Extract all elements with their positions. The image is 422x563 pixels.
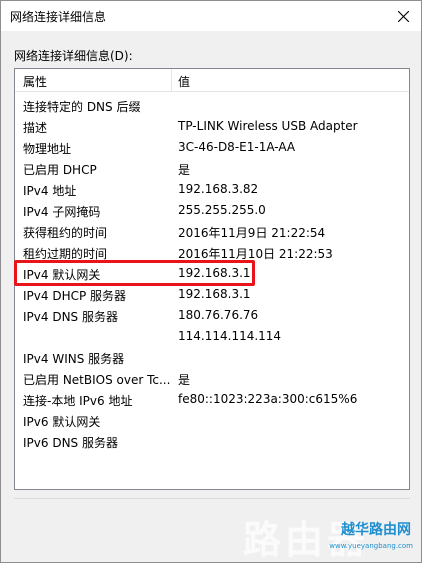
watermark-url: www.yueyangbang.com (329, 542, 413, 550)
row-value: TP-LINK Wireless USB Adapter (178, 119, 358, 133)
list-row[interactable]: 连接-本地 IPv6 地址 fe80::1023:223a:300:c615%6 (15, 389, 409, 410)
row-value: fe80::1023:223a:300:c615%6 (178, 392, 358, 406)
row-value: 是 (178, 373, 191, 387)
row-value: 180.76.76.76 (178, 308, 259, 322)
row-property: IPv4 WINS 服务器 (23, 352, 125, 366)
list-row[interactable]: 获得租约的时间 2016年11月9日 21:22:54 (15, 221, 409, 242)
window-title: 网络连接详细信息 (10, 10, 107, 24)
row-property: IPv4 DHCP 服务器 (23, 289, 127, 303)
title-bar: 网络连接详细信息 (1, 1, 421, 31)
row-property: IPv4 子网掩码 (23, 205, 101, 219)
network-details-dialog: 网络连接详细信息 网络连接详细信息(D): 属性 值 连接特定的 DNS 后缀 … (0, 0, 422, 563)
row-property: 已启用 DHCP (23, 163, 97, 177)
list-row[interactable]: 描述 TP-LINK Wireless USB Adapter (15, 116, 409, 137)
row-property: 连接特定的 DNS 后缀 (23, 100, 141, 114)
list-row[interactable]: IPv4 DHCP 服务器 192.168.3.1 (15, 284, 409, 305)
list-row[interactable]: IPv4 DNS 服务器 180.76.76.76 (15, 305, 409, 326)
row-property: IPv6 DNS 服务器 (23, 436, 118, 450)
row-value: 3C-46-D8-E1-1A-AA (178, 140, 296, 154)
close-button[interactable] (385, 1, 421, 31)
row-value: 192.168.3.82 (178, 182, 259, 196)
row-value: 114.114.114.114 (178, 329, 282, 343)
watermark: 路由器 越华路由网 www.yueyangbang.com (171, 497, 422, 563)
column-divider[interactable] (171, 69, 172, 91)
row-value: 是 (178, 163, 191, 177)
row-property: 物理地址 (23, 142, 72, 156)
row-value: 2016年11月9日 21:22:54 (178, 226, 326, 240)
gateway-highlight-box (14, 260, 255, 286)
list-row[interactable]: 物理地址 3C-46-D8-E1-1A-AA (15, 137, 409, 158)
list-row[interactable]: 已启用 NetBIOS over Tc... 是 (15, 368, 409, 389)
row-property: IPv4 地址 (23, 184, 77, 198)
list-row[interactable]: IPv6 默认网关 (15, 410, 409, 431)
row-property: IPv4 DNS 服务器 (23, 310, 118, 324)
list-row[interactable]: IPv4 地址 192.168.3.82 (15, 179, 409, 200)
list-row[interactable]: 114.114.114.114 (15, 326, 409, 347)
details-label: 网络连接详细信息(D): (14, 49, 133, 63)
list-row[interactable]: IPv4 WINS 服务器 (15, 347, 409, 368)
row-property: 描述 (23, 121, 48, 135)
close-icon (397, 10, 409, 22)
list-header: 属性 值 (15, 69, 409, 92)
row-property: 连接-本地 IPv6 地址 (23, 394, 133, 408)
list-row[interactable]: 连接特定的 DNS 后缀 (15, 95, 409, 116)
row-property: 已启用 NetBIOS over Tc... (23, 373, 171, 387)
list-row[interactable]: IPv6 DNS 服务器 (15, 431, 409, 452)
column-header-value[interactable]: 值 (178, 73, 190, 90)
row-property: 获得租约的时间 (23, 226, 108, 240)
row-value: 192.168.3.1 (178, 287, 251, 301)
row-property: IPv6 默认网关 (23, 415, 101, 429)
watermark-brand: 越华路由网 (341, 522, 411, 538)
row-value: 255.255.255.0 (178, 203, 266, 217)
column-header-property[interactable]: 属性 (23, 73, 47, 90)
list-row[interactable]: 已启用 DHCP 是 (15, 158, 409, 179)
list-row[interactable]: IPv4 子网掩码 255.255.255.0 (15, 200, 409, 221)
